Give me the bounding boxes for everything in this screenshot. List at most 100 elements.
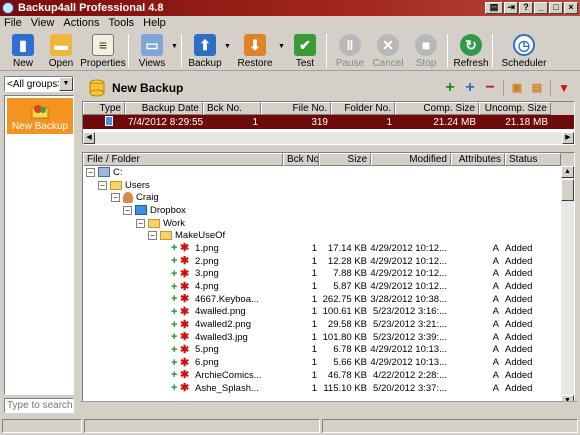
menu-tools[interactable]: Tools (108, 17, 134, 29)
file-image-icon: ✱ (180, 281, 190, 293)
open-button[interactable]: ▬ Open (42, 31, 80, 71)
files-table: File / Folder Bck No. Size Modified Attr… (82, 152, 575, 408)
close-button[interactable]: × (564, 2, 578, 14)
added-plus-icon: + (171, 281, 178, 293)
stop-button[interactable]: ■ Stop (407, 31, 445, 71)
file-row[interactable]: + ✱ 4.png 1 5.87 KB 4/29/2012 10:12... A A… (83, 280, 561, 293)
cancel-button[interactable]: ✕ Cancel (369, 31, 407, 71)
added-plus-icon: + (171, 242, 178, 254)
status-panel-1 (2, 419, 82, 433)
app-icon (2, 2, 14, 14)
collapse-icon[interactable]: − (136, 218, 145, 228)
collapse-icon[interactable]: − (111, 193, 120, 203)
col-size[interactable]: Size (319, 153, 371, 166)
added-plus-icon: + (171, 331, 178, 343)
file-row[interactable]: + ✱ 4walled.png 1 100.61 KB 5/23/2012 3:16… (83, 306, 561, 319)
col-bck-no[interactable]: Bck No. (203, 102, 261, 115)
filter-funnel-icon[interactable]: ▼ (555, 79, 573, 97)
title-bar: Backup4all Professional 4.8 ▤ ⇥ ? _ □ × (0, 0, 580, 16)
col-status[interactable]: Status (505, 153, 561, 166)
restore-layout-icon[interactable]: ▤ (485, 2, 503, 14)
bottom-panel-splitter[interactable] (80, 401, 577, 414)
versions-hscrollbar[interactable]: ◀ ▶ (83, 132, 574, 144)
file-image-icon: ✱ (180, 306, 190, 318)
backup-item-new-backup[interactable]: New Backup (7, 98, 73, 134)
scroll-thumb[interactable] (561, 179, 574, 201)
scheduler-button[interactable]: ◷ Scheduler (497, 31, 551, 71)
tree-node-craig[interactable]: − Craig (83, 191, 561, 204)
version-row[interactable]: 7/4/2012 8:29:55 ... 1 319 1 21.24 MB 21… (83, 115, 574, 129)
filter-icon[interactable]: ▣ (508, 79, 526, 97)
backup-button[interactable]: ⬆ Backup (186, 31, 224, 71)
col-uncomp-size[interactable]: Uncomp. Size (479, 102, 551, 115)
properties-button[interactable]: ≡ Properties (80, 31, 126, 71)
col-file-no[interactable]: File No. (261, 102, 331, 115)
scroll-right-icon[interactable]: ▶ (562, 132, 574, 144)
stop-icon: ■ (415, 34, 437, 56)
collapse-icon[interactable]: − (148, 231, 157, 241)
file-row[interactable]: + ✱ 3.png 1 7.88 KB 4/29/2012 10:12... A A… (83, 268, 561, 281)
chevron-down-icon[interactable]: ▼ (59, 77, 73, 91)
restore-arrow-down-icon: ⬇ (244, 34, 266, 56)
tree-node-users[interactable]: − Users (83, 179, 561, 192)
file-row[interactable]: + ✱ 4walled2.png 1 29.58 KB 5/23/2012 3:21… (83, 318, 561, 331)
col-attributes[interactable]: Attributes (451, 153, 505, 166)
file-row[interactable]: + ✱ 1.png 1 17.14 KB 4/29/2012 10:12... A … (83, 242, 561, 255)
col-comp-size[interactable]: Comp. Size (395, 102, 479, 115)
added-plus-icon: + (171, 319, 178, 331)
col-backup-date[interactable]: Backup Date (125, 102, 203, 115)
refresh-button[interactable]: ↻ Refresh (452, 31, 490, 71)
tree-node-drive[interactable]: − C: (83, 166, 561, 179)
backup-versions-table: Type Backup Date Bck No. File No. Folder… (82, 101, 575, 145)
views-icon: ▭ (141, 34, 163, 56)
files-vscrollbar[interactable]: ▲ ▼ (561, 166, 574, 407)
scroll-up-icon[interactable]: ▲ (561, 166, 574, 178)
tree-node-work[interactable]: − Work (83, 217, 561, 230)
views-dropdown-arrow[interactable]: ▼ (171, 31, 179, 50)
menu-actions[interactable]: Actions (63, 17, 99, 29)
restore-dropdown-arrow[interactable]: ▼ (278, 31, 286, 50)
toolbar-separator (181, 34, 182, 68)
maximize-button[interactable]: □ (549, 2, 563, 14)
collapse-icon[interactable]: − (98, 180, 107, 190)
minimize-button[interactable]: _ (534, 2, 548, 14)
file-row[interactable]: + ✱ Ashe_Splash... 1 115.10 KB 5/20/2012 3… (83, 382, 561, 395)
scroll-left-icon[interactable]: ◀ (83, 132, 95, 144)
col-bck-no[interactable]: Bck No. (283, 153, 319, 166)
col-modified[interactable]: Modified (371, 153, 451, 166)
pin-icon[interactable]: ⇥ (504, 2, 518, 14)
dropbox-icon (135, 205, 147, 216)
col-type[interactable]: Type (83, 102, 125, 115)
compare-icon[interactable]: ▤ (528, 79, 546, 97)
search-input[interactable] (4, 398, 74, 413)
add-icon[interactable]: + (441, 79, 459, 97)
collapse-icon[interactable]: − (123, 205, 132, 215)
new-button[interactable]: ▮ New (4, 31, 42, 71)
full-backup-icon (83, 115, 125, 129)
folder-icon (148, 218, 160, 228)
tree-node-dropbox[interactable]: − Dropbox (83, 204, 561, 217)
file-row[interactable]: + ✱ 4667.Keyboa... 1 262.75 KB 3/28/2012 1… (83, 293, 561, 306)
pause-button[interactable]: ‖ Pause (331, 31, 369, 71)
file-row[interactable]: + ✱ 6.png 1 5.66 KB 4/29/2012 10:13... A A… (83, 356, 561, 369)
tree-node-makeuseof[interactable]: − MakeUseOf (83, 229, 561, 242)
file-row[interactable]: + ✱ 2.png 1 12.28 KB 4/29/2012 10:12... A … (83, 255, 561, 268)
collapse-icon[interactable]: − (86, 167, 95, 177)
help-context-icon[interactable]: ? (519, 2, 533, 14)
remove-icon[interactable]: − (481, 79, 499, 97)
menu-view[interactable]: View (31, 17, 55, 29)
backup-dropdown-arrow[interactable]: ▼ (224, 31, 232, 50)
group-filter-combo[interactable]: <All groups> ▼ (4, 76, 74, 92)
views-button[interactable]: ▭ Views (133, 31, 171, 71)
file-row[interactable]: + ✱ 5.png 1 6.78 KB 4/29/2012 10:13... A A… (83, 344, 561, 357)
restore-button[interactable]: ⬇ Restore (232, 31, 278, 71)
col-folder-no[interactable]: Folder No. (331, 102, 395, 115)
folder-icon (160, 231, 172, 241)
file-row[interactable]: + ✱ 4walled3.jpg 1 101.80 KB 5/23/2012 3:3… (83, 331, 561, 344)
menu-file[interactable]: File (4, 17, 22, 29)
add-blue-icon[interactable]: + (461, 79, 479, 97)
col-file-folder[interactable]: File / Folder (83, 153, 283, 166)
file-row[interactable]: + ✱ ArchieComics... 1 46.78 KB 4/22/2012 2… (83, 369, 561, 382)
test-button[interactable]: ✔ Test (286, 31, 324, 71)
menu-help[interactable]: Help (143, 17, 166, 29)
